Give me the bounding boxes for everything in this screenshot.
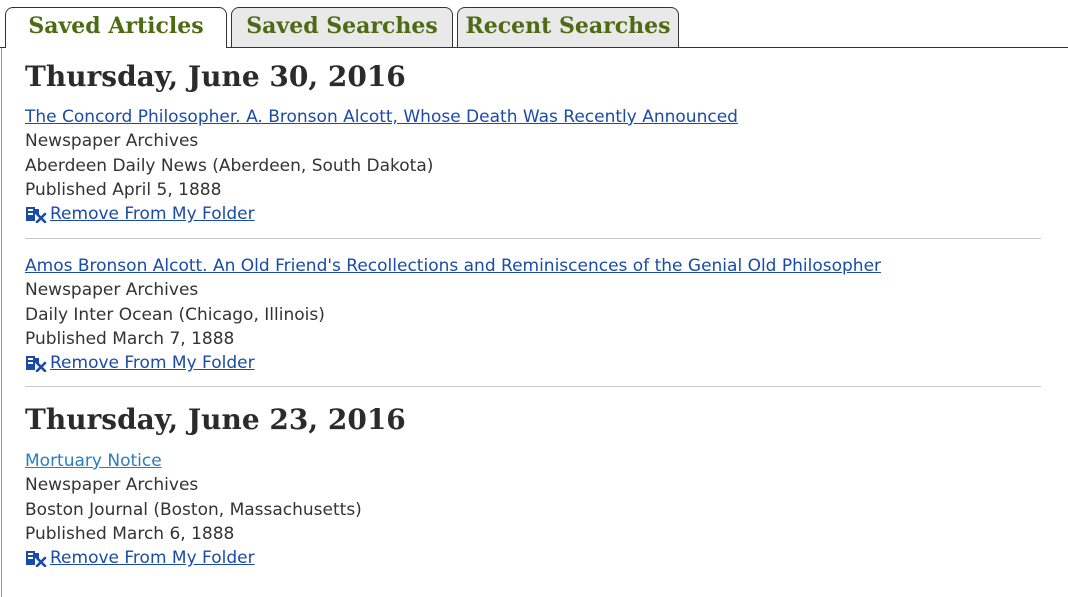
article-collection: Newspaper Archives: [25, 280, 199, 301]
article-title-link[interactable]: Mortuary Notice: [25, 451, 162, 471]
article-item: Amos Bronson Alcott. An Old Friend's Rec…: [25, 254, 881, 375]
tab-bar: Saved Articles Saved Searches Recent Sea…: [0, 0, 1068, 48]
article-source: Boston Journal (Boston, Massachusetts): [25, 499, 362, 520]
folder-remove-icon: [26, 551, 47, 568]
article-source: Daily Inter Ocean (Chicago, Illinois): [25, 304, 325, 325]
article-title-link[interactable]: The Concord Philosopher. A. Bronson Alco…: [25, 107, 738, 127]
tab-saved-searches[interactable]: Saved Searches: [231, 7, 453, 47]
remove-from-folder-label: Remove From My Folder: [50, 204, 255, 225]
article-published-date: Published March 6, 1888: [25, 523, 235, 544]
article-item: The Concord Philosopher. A. Bronson Alco…: [25, 105, 738, 226]
remove-from-folder-link[interactable]: Remove From My Folder: [25, 202, 255, 226]
article-published-date: Published March 7, 1888: [25, 328, 235, 349]
saved-articles-panel: Thursday, June 30, 2016 The Concord Phil…: [1, 48, 1068, 597]
remove-from-folder-label: Remove From My Folder: [50, 353, 255, 374]
tab-recent-searches[interactable]: Recent Searches: [457, 7, 679, 47]
article-divider: [25, 238, 1041, 239]
folder-remove-icon: [26, 356, 47, 373]
folder-remove-icon: [26, 207, 47, 224]
article-item: Mortuary Notice Newspaper Archives Bosto…: [25, 449, 362, 570]
tab-saved-articles[interactable]: Saved Articles: [5, 7, 227, 48]
article-divider: [25, 386, 1041, 387]
remove-from-folder-link[interactable]: Remove From My Folder: [25, 546, 255, 570]
article-source: Aberdeen Daily News (Aberdeen, South Dak…: [25, 155, 434, 176]
date-heading: Thursday, June 23, 2016: [25, 403, 406, 436]
article-collection: Newspaper Archives: [25, 131, 199, 152]
remove-from-folder-label: Remove From My Folder: [50, 548, 255, 569]
remove-from-folder-link[interactable]: Remove From My Folder: [25, 351, 255, 375]
article-title-link[interactable]: Amos Bronson Alcott. An Old Friend's Rec…: [25, 256, 881, 276]
article-collection: Newspaper Archives: [25, 475, 199, 496]
date-heading: Thursday, June 30, 2016: [25, 60, 406, 93]
article-published-date: Published April 5, 1888: [25, 179, 222, 200]
